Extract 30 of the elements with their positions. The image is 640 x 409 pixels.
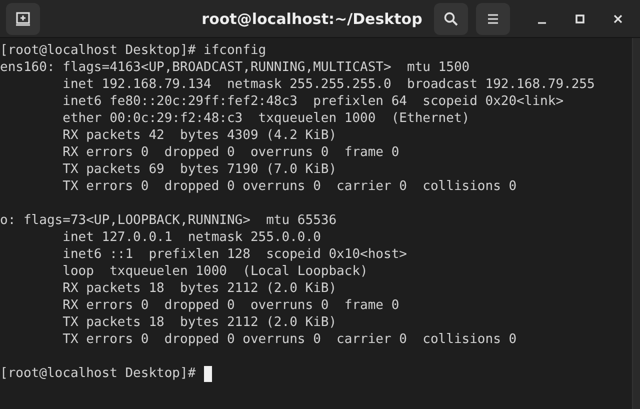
new-tab-button[interactable]	[6, 2, 40, 34]
close-icon	[613, 14, 623, 24]
terminal-line: o: flags=73<UP,LOOPBACK,RUNNING> mtu 65536	[0, 212, 338, 229]
terminal-line: RX packets 18 bytes 2112 (2.0 KiB)	[62, 280, 338, 297]
terminal-line: inet6 fe80::20c:29ff:fef2:48c3 prefixlen 64 scopeid 0x20<link>	[62, 93, 565, 110]
terminal-line: inet6 ::1 prefixlen 128 scopeid 0x10<host>	[62, 246, 408, 263]
terminal-line: ether 00:0c:29:f2:48:c3 txqueuelen 1000 (Ethernet)	[62, 110, 471, 127]
terminal-line: RX errors 0 dropped 0 overruns 0 frame 0	[62, 297, 400, 314]
scrollbar[interactable]	[632, 38, 640, 409]
plus-square-icon	[15, 10, 31, 26]
terminal-line: TX packets 18 bytes 2112 (2.0 KiB)	[62, 314, 338, 331]
terminal-line: TX packets 69 bytes 7190 (7.0 KiB)	[62, 161, 338, 178]
minimize-icon	[537, 22, 547, 24]
shell-prompt: [root@localhost Desktop]#	[0, 365, 197, 382]
terminal-line: TX errors 0 dropped 0 overruns 0 carrier 0 collisions 0	[62, 178, 518, 195]
search-icon	[443, 10, 459, 26]
terminal-line: [root@localhost Desktop]# ifconfig	[0, 42, 268, 59]
terminal-line: inet 127.0.0.1 netmask 255.0.0.0	[62, 229, 322, 246]
search-button[interactable]	[434, 2, 468, 34]
terminal-line: TX errors 0 dropped 0 overruns 0 carrier 0 collisions 0	[62, 331, 518, 348]
terminal-line: loop txqueuelen 1000 (Local Loopback)	[62, 263, 369, 280]
text-cursor	[204, 366, 212, 382]
menu-button[interactable]	[476, 2, 510, 34]
terminal-line: RX packets 42 bytes 4309 (4.2 KiB)	[62, 127, 338, 144]
maximize-icon	[575, 14, 585, 24]
terminal-line: inet 192.168.79.134 netmask 255.255.255.0 broadcast 192.168.79.255	[62, 76, 596, 93]
terminal-line: ens160: flags=4163<UP,BROADCAST,RUNNING,MULTICAST> mtu 1500	[0, 59, 471, 76]
terminal-line: RX errors 0 dropped 0 overruns 0 frame 0	[62, 144, 400, 161]
window-title: root@localhost:~/Desktop	[200, 10, 424, 28]
menu-icon	[486, 12, 500, 26]
